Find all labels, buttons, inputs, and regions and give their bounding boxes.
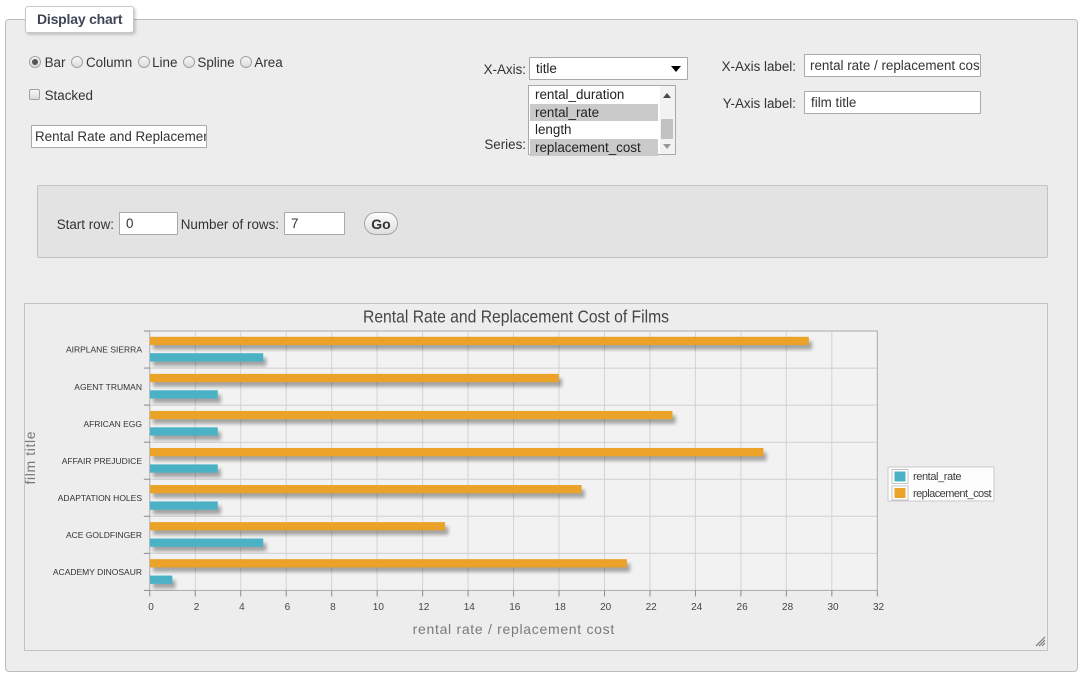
svg-text:ACADEMY DINOSAUR: ACADEMY DINOSAUR (53, 567, 142, 577)
svg-text:film title: film title (25, 431, 38, 484)
svg-text:18: 18 (555, 602, 567, 613)
svg-text:4: 4 (239, 602, 245, 613)
svg-text:Rental Rate and Replacement Co: Rental Rate and Replacement Cost of Film… (363, 306, 669, 326)
svg-text:12: 12 (418, 602, 430, 613)
svg-text:20: 20 (600, 602, 612, 613)
svg-text:26: 26 (737, 602, 749, 613)
svg-text:28: 28 (782, 602, 794, 613)
svg-text:AGENT TRUMAN: AGENT TRUMAN (74, 382, 142, 392)
svg-text:16: 16 (509, 602, 521, 613)
svg-text:10: 10 (373, 602, 385, 613)
svg-text:24: 24 (691, 602, 703, 613)
svg-text:2: 2 (194, 602, 200, 613)
svg-text:30: 30 (827, 602, 839, 613)
svg-text:replacement_cost: replacement_cost (913, 488, 992, 500)
svg-text:rental rate / replacement cost: rental rate / replacement cost (413, 621, 615, 637)
svg-text:32: 32 (873, 602, 885, 613)
svg-text:ACE GOLDFINGER: ACE GOLDFINGER (66, 530, 142, 540)
svg-text:rental_rate: rental_rate (913, 471, 962, 483)
svg-text:8: 8 (330, 602, 336, 613)
svg-text:AIRPLANE SIERRA: AIRPLANE SIERRA (66, 345, 142, 355)
svg-text:ADAPTATION HOLES: ADAPTATION HOLES (58, 493, 143, 503)
svg-text:6: 6 (285, 602, 291, 613)
svg-text:14: 14 (464, 602, 476, 613)
svg-text:AFFAIR PREJUDICE: AFFAIR PREJUDICE (62, 456, 143, 466)
svg-text:0: 0 (148, 602, 154, 613)
svg-text:22: 22 (646, 602, 658, 613)
svg-text:AFRICAN EGG: AFRICAN EGG (83, 419, 142, 429)
